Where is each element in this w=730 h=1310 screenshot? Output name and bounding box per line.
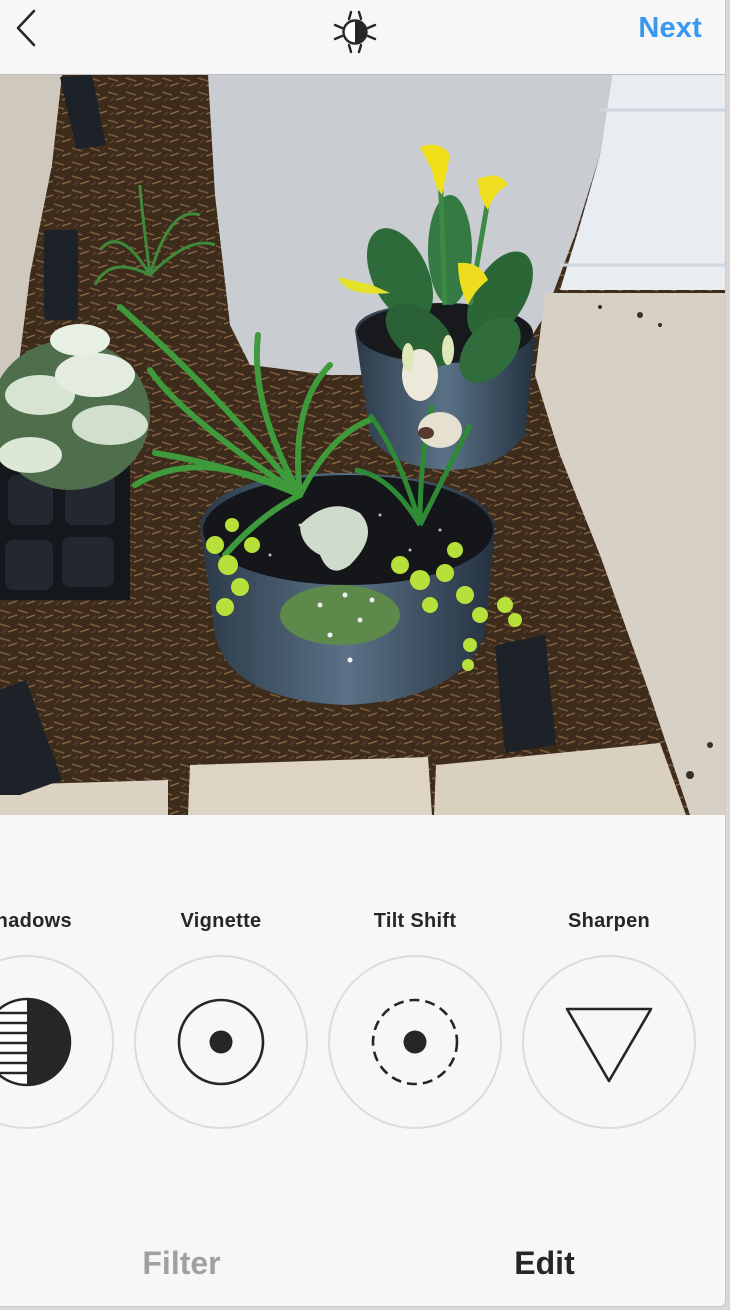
tab-edit[interactable]: Edit — [363, 1245, 725, 1282]
tool-label: Shadows — [0, 910, 72, 932]
back-button[interactable] — [8, 8, 44, 48]
photo-preview — [0, 75, 725, 815]
lux-brightness-icon — [333, 10, 377, 54]
tool-button-shadows[interactable] — [0, 955, 114, 1129]
tool-label: Tilt Shift — [373, 910, 457, 932]
garden-photo — [0, 75, 725, 815]
shadows-icon — [0, 997, 72, 1087]
tool-vignette[interactable]: Vignette — [124, 815, 318, 1135]
tool-sharpen[interactable]: Sharpen — [512, 815, 706, 1135]
tool-button-sharpen[interactable] — [522, 955, 696, 1129]
paver-2 — [188, 757, 432, 815]
sharpen-icon — [565, 1007, 653, 1083]
tool-shadows[interactable]: Shadows — [0, 815, 124, 1135]
edit-tools-carousel[interactable]: Shadows Vignette — [0, 815, 725, 1215]
lux-button[interactable] — [330, 8, 380, 56]
top-bar: Next — [0, 0, 725, 75]
vignette-icon — [177, 998, 265, 1086]
tool-tilt-shift[interactable]: Tilt Shift — [318, 815, 512, 1135]
tab-filter[interactable]: Filter — [0, 1245, 363, 1282]
tool-button-tilt-shift[interactable] — [328, 955, 502, 1129]
chevron-left-icon — [16, 9, 36, 47]
next-button[interactable]: Next — [638, 12, 702, 45]
tool-button-vignette[interactable] — [134, 955, 308, 1129]
tool-label: Sharpen — [567, 910, 651, 932]
photo-editor-screen: Next adows Vignette Tilt Shift Sharpen F… — [0, 0, 726, 1307]
bottom-tab-bar: Filter Edit — [0, 1215, 725, 1306]
tilt-shift-icon — [371, 998, 459, 1086]
tool-label: Vignette — [180, 910, 262, 932]
